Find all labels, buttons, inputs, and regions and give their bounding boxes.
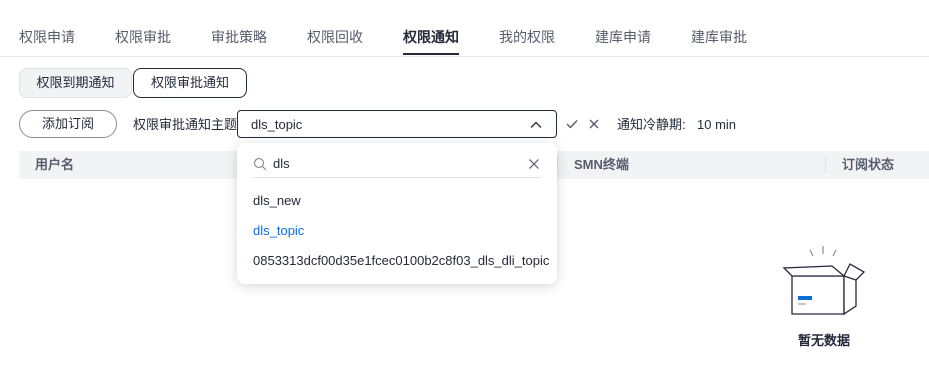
topic-select[interactable]: dls_topic [237,110,557,138]
add-subscription-button[interactable]: 添加订阅 [19,110,117,138]
empty-box-icon [782,246,866,316]
cooldown-label: 通知冷静期: [617,117,686,132]
active-tab-indicator [403,53,459,55]
tab-my-permissions[interactable]: 我的权限 [499,28,555,46]
search-icon [253,157,267,171]
confirm-check-icon[interactable] [565,117,579,131]
dropdown-search-field[interactable]: dls [253,151,541,178]
tab-permission-revoke[interactable]: 权限回收 [307,28,363,46]
clear-search-icon[interactable] [527,157,541,171]
tab-permission-notify[interactable]: 权限通知 [403,28,459,46]
dropdown-search-input[interactable]: dls [273,156,290,172]
column-header-username: 用户名 [35,157,75,172]
chevron-up-icon [530,121,542,128]
tab-approval-policy[interactable]: 审批策略 [211,28,267,46]
tab-permission-approve[interactable]: 权限审批 [115,28,171,46]
column-divider [557,157,558,173]
subtab-expiry-notify[interactable]: 权限到期通知 [19,68,132,98]
tab-database-approve[interactable]: 建库审批 [691,28,747,46]
subtab-approval-notify[interactable]: 权限审批通知 [133,68,247,98]
column-header-subscription-status: 订阅状态 [842,157,895,172]
topic-dropdown: dls dls_new dls_topic 0853313dcf00d35e1f… [237,143,557,284]
dropdown-option[interactable]: 0853313dcf00d35e1fcec0100b2c8f03_dls_dli… [253,253,549,269]
topic-select-value: dls_topic [251,117,303,132]
tab-database-apply[interactable]: 建库申请 [595,28,651,46]
topic-field-label: 权限审批通知主题 [133,117,238,132]
dropdown-option-selected[interactable]: dls_topic [253,223,304,239]
dropdown-option[interactable]: dls_new [253,193,301,209]
cooldown-value: 10 min [697,117,737,132]
tab-permission-apply[interactable]: 权限申请 [19,28,75,46]
column-divider [825,157,826,173]
top-tab-bar: 权限申请 权限审批 审批策略 权限回收 权限通知 我的权限 建库申请 建库审批 [0,0,929,57]
column-header-smn-endpoint: SMN终端 [574,157,629,172]
cancel-close-icon[interactable] [587,117,601,131]
empty-state-text: 暂无数据 [797,333,850,348]
